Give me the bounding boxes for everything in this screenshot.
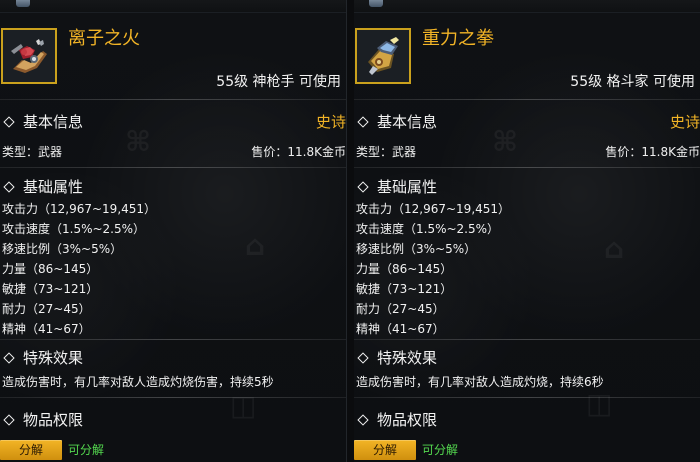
corner-marker (16, 0, 30, 7)
item-requirement: 55级 格斗家 可使用 (570, 74, 695, 90)
section-attributes-label: 基础属性 (23, 178, 84, 196)
item-type: 类型：武器 (2, 145, 63, 159)
basic-divider (354, 167, 700, 168)
gravity-fist-icon (357, 30, 409, 82)
section-attributes: 基础属性 (2, 178, 83, 196)
basic-divider (0, 167, 346, 168)
diamond-icon (3, 352, 15, 364)
section-basic-info: 基本信息 (356, 113, 437, 131)
item-name: 重力之拳 (422, 28, 494, 49)
item-requirement: 55级 神枪手 可使用 (216, 74, 341, 90)
section-permissions: 物品权限 (356, 411, 437, 429)
section-basic-info-label: 基本信息 (377, 113, 438, 131)
section-effect: 特殊效果 (2, 349, 83, 367)
item-name: 离子之火 (68, 28, 140, 49)
effect-description: 造成伤害时，有几率对敌人造成灼烧，持续6秒 (356, 375, 604, 389)
item-comparison-screen: ⌘ ⌂ ◫ 离子之火 55级 神枪手 可使用 基本信息 史诗 类型：武器 售价：… (0, 0, 700, 462)
diamond-icon (3, 414, 15, 426)
stat-spirit: 精神（41~67） (356, 322, 445, 336)
section-permissions-label: 物品权限 (377, 411, 438, 429)
top-strip (0, 0, 346, 13)
decompose-button[interactable]: 分解 (354, 440, 416, 460)
decompose-button[interactable]: 分解 (0, 440, 62, 460)
effect-divider (354, 397, 700, 398)
background-watermark: ⌘ (492, 125, 520, 158)
rarity-label: 史诗 (315, 113, 346, 131)
section-effect-label: 特殊效果 (377, 349, 438, 367)
item-type: 类型：武器 (356, 145, 417, 159)
stat-strength: 力量（86~145） (2, 262, 99, 276)
decompose-status: 可分解 (68, 443, 105, 457)
stat-strength: 力量（86~145） (356, 262, 453, 276)
section-basic-info-label: 基本信息 (23, 113, 84, 131)
decompose-row: 分解 可分解 (0, 440, 104, 460)
section-effect: 特殊效果 (356, 349, 437, 367)
stat-agility: 敏捷（73~121） (356, 282, 453, 296)
item-icon-frame[interactable] (1, 28, 57, 84)
stat-stamina: 耐力（27~45） (356, 302, 445, 316)
section-attributes: 基础属性 (356, 178, 437, 196)
diamond-icon (3, 181, 15, 193)
stat-agility: 敏捷（73~121） (2, 282, 99, 296)
background-watermark: ⌘ (125, 125, 153, 158)
attributes-divider (0, 339, 346, 340)
item-card-right: ⌘ ⌂ ◫ 重力之拳 55级 格斗家 可使用 基本信息 史诗 类型：武器 售价：… (354, 0, 700, 462)
section-permissions: 物品权限 (2, 411, 83, 429)
top-strip (354, 0, 700, 13)
diamond-icon (3, 116, 15, 128)
ion-fire-gauntlet-icon (3, 30, 55, 82)
section-effect-label: 特殊效果 (23, 349, 84, 367)
stat-move-speed: 移速比例（3%~5%） (2, 242, 123, 256)
corner-marker (369, 0, 383, 7)
stat-attack-speed: 攻击速度（1.5%~2.5%） (356, 222, 500, 236)
stats-list: 攻击力（12,967~19,451） 攻击速度（1.5%~2.5%） 移速比例（… (356, 201, 676, 341)
header-divider (354, 99, 700, 100)
item-card-left: ⌘ ⌂ ◫ 离子之火 55级 神枪手 可使用 基本信息 史诗 类型：武器 售价：… (0, 0, 347, 462)
rarity-label: 史诗 (669, 113, 700, 131)
item-price: 售价：11.8K金币 (605, 145, 700, 159)
stat-attack: 攻击力（12,967~19,451） (356, 202, 511, 216)
attributes-divider (354, 339, 700, 340)
item-price: 售价：11.8K金币 (251, 145, 346, 159)
stat-move-speed: 移速比例（3%~5%） (356, 242, 477, 256)
section-attributes-label: 基础属性 (377, 178, 438, 196)
effect-divider (0, 397, 346, 398)
stat-attack: 攻击力（12,967~19,451） (2, 202, 157, 216)
header-divider (0, 99, 346, 100)
effect-description: 造成伤害时，有几率对敌人造成灼烧伤害，持续5秒 (2, 375, 274, 389)
diamond-icon (357, 181, 369, 193)
stat-attack-speed: 攻击速度（1.5%~2.5%） (2, 222, 146, 236)
item-icon-frame[interactable] (355, 28, 411, 84)
decompose-row: 分解 可分解 (354, 440, 458, 460)
diamond-icon (357, 414, 369, 426)
diamond-icon (357, 116, 369, 128)
background-watermark: ◫ (586, 387, 615, 420)
stat-spirit: 精神（41~67） (2, 322, 91, 336)
section-basic-info: 基本信息 (2, 113, 83, 131)
stats-list: 攻击力（12,967~19,451） 攻击速度（1.5%~2.5%） 移速比例（… (2, 201, 322, 341)
section-permissions-label: 物品权限 (23, 411, 84, 429)
stat-stamina: 耐力（27~45） (2, 302, 91, 316)
diamond-icon (357, 352, 369, 364)
decompose-status: 可分解 (422, 443, 459, 457)
